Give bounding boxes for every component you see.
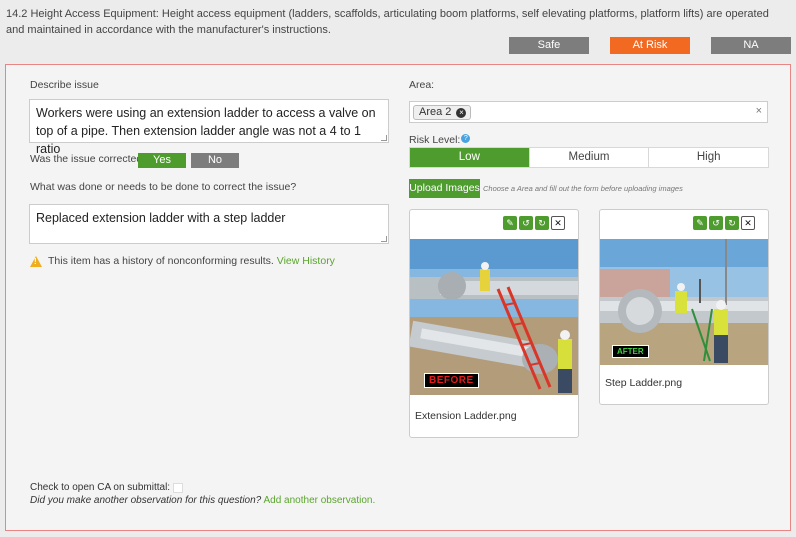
corrected-no-button[interactable]: No xyxy=(191,153,239,168)
upload-note: Choose a Area and fill out the form befo… xyxy=(483,184,683,193)
upload-images-button[interactable]: Upload Images xyxy=(409,179,480,198)
describe-issue-label: Describe issue xyxy=(30,79,99,91)
after-overlay-label: AFTER xyxy=(612,345,649,358)
image-card-step-ladder: ✎ ↺ ↻ ✕ AFTER Step Ladder.png xyxy=(599,209,769,405)
corrected-yes-button[interactable]: Yes xyxy=(138,153,186,168)
step-ladder-photo: AFTER xyxy=(600,239,768,365)
risk-level-label: Risk Level:? xyxy=(409,134,471,146)
correction-value: Replaced extension ladder with a step la… xyxy=(36,211,286,225)
rotate-right-icon[interactable]: ↻ xyxy=(535,216,549,230)
add-another-observation-link[interactable]: Add another observation. xyxy=(263,495,375,506)
rotate-right-icon[interactable]: ↻ xyxy=(725,216,739,230)
view-history-link[interactable]: View History xyxy=(277,255,335,267)
extension-ladder-photo: BEFORE xyxy=(410,239,578,395)
correction-textarea[interactable]: Replaced extension ladder with a step la… xyxy=(29,204,389,244)
area-tag-label: Area 2 xyxy=(419,106,452,118)
another-observation-question: Did you make another observation for thi… xyxy=(30,495,262,506)
resize-handle[interactable] xyxy=(381,236,387,242)
risk-medium-option[interactable]: Medium xyxy=(528,148,649,167)
describe-issue-value: Workers were using an extension ladder t… xyxy=(36,106,376,156)
clear-selection-icon[interactable]: × xyxy=(756,105,762,117)
open-ca-row: Check to open CA on submittal: xyxy=(30,482,184,493)
another-observation-row: Did you make another observation for thi… xyxy=(30,495,375,506)
help-icon[interactable]: ? xyxy=(461,134,471,143)
risk-low-option[interactable]: Low xyxy=(410,148,529,167)
before-overlay-label: BEFORE xyxy=(424,373,479,388)
image-card-extension-ladder: ✎ ↺ ↻ ✕ BEFORE Extension Ladder.png xyxy=(409,209,579,438)
rotate-left-icon[interactable]: ↺ xyxy=(519,216,533,230)
rotate-left-icon[interactable]: ↺ xyxy=(709,216,723,230)
describe-issue-textarea[interactable]: Workers were using an extension ladder t… xyxy=(29,99,389,156)
history-warning: This item has a history of nonconforming… xyxy=(30,255,335,267)
resize-handle[interactable] xyxy=(381,135,387,141)
risk-level-selector: Low Medium High xyxy=(409,147,769,168)
image-filename: Extension Ladder.png xyxy=(415,410,517,422)
close-icon[interactable]: ✕ xyxy=(551,216,565,230)
question-text: 14.2 Height Access Equipment: Height acc… xyxy=(6,8,769,36)
area-label: Area: xyxy=(409,79,435,91)
warning-icon xyxy=(30,255,42,267)
image-filename: Step Ladder.png xyxy=(605,377,683,389)
edit-icon[interactable]: ✎ xyxy=(693,216,707,230)
at-risk-button[interactable]: At Risk xyxy=(610,37,690,54)
safe-button[interactable]: Safe xyxy=(509,37,589,54)
area-select[interactable]: Area 2 × × xyxy=(409,101,768,123)
remove-tag-icon[interactable]: × xyxy=(456,107,467,118)
risk-high-option[interactable]: High xyxy=(648,148,768,167)
na-button[interactable]: NA xyxy=(711,37,791,54)
observation-panel: Describe issue Workers were using an ext… xyxy=(5,64,791,531)
open-ca-checkbox[interactable] xyxy=(173,482,184,493)
corrected-label: Was the issue corrected? xyxy=(30,153,149,165)
correction-label: What was done or needs to be done to cor… xyxy=(30,181,297,193)
open-ca-label: Check to open CA on submittal: xyxy=(30,482,171,493)
warning-text: This item has a history of nonconforming… xyxy=(48,255,274,267)
close-icon[interactable]: ✕ xyxy=(741,216,755,230)
edit-icon[interactable]: ✎ xyxy=(503,216,517,230)
area-tag: Area 2 × xyxy=(413,105,472,120)
